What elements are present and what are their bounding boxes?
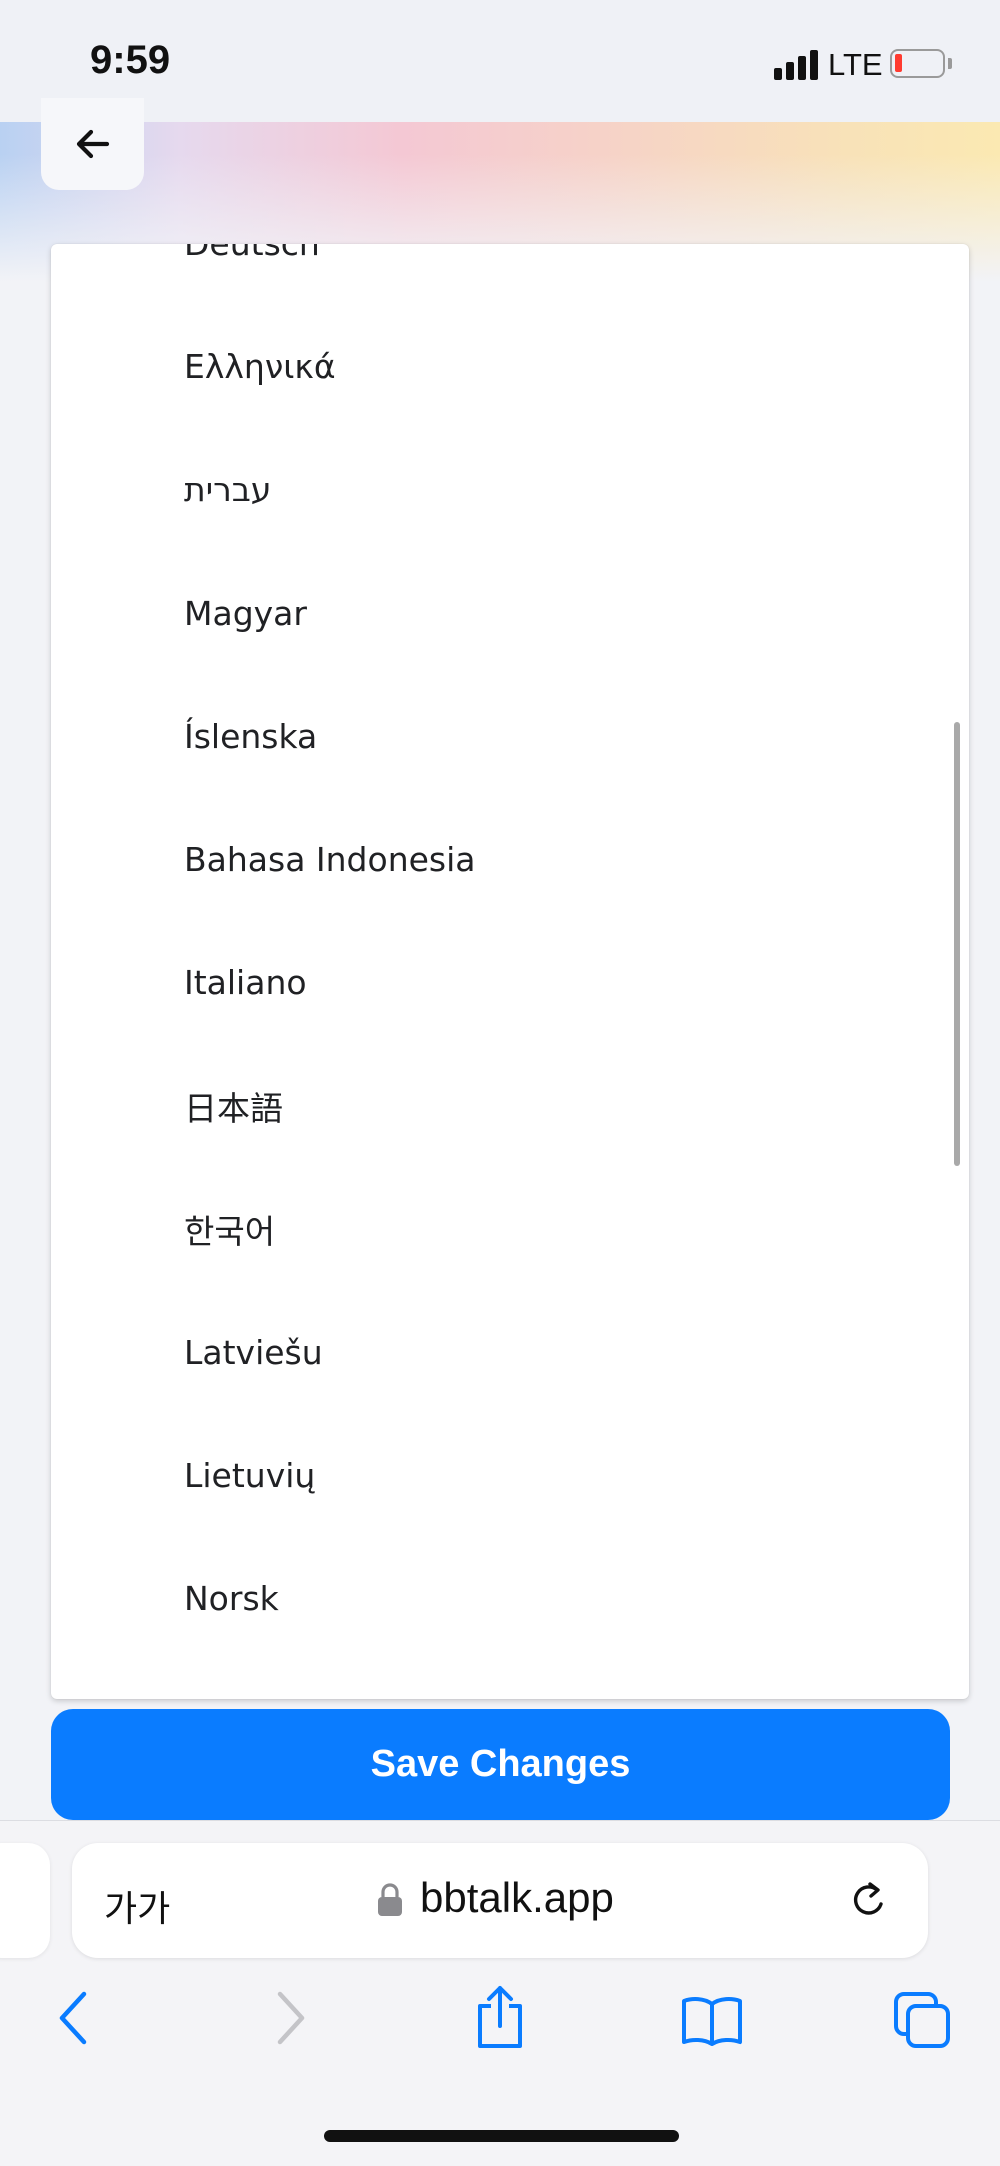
tabs-icon[interactable] [892, 1990, 952, 2050]
language-list-card[interactable]: Deutsch Ελληνικά עברית Magyar Íslenska B… [51, 244, 969, 1699]
language-option[interactable]: Latviešu [51, 1291, 969, 1414]
language-option[interactable]: Deutsch [51, 244, 969, 305]
language-option[interactable]: Italiano [51, 921, 969, 1044]
arrow-left-icon [76, 129, 109, 159]
text-size-button[interactable]: 가가 [104, 1880, 170, 1932]
language-list: Deutsch Ελληνικά עברית Magyar Íslenska B… [51, 244, 969, 1660]
battery-nub [948, 58, 952, 69]
language-option[interactable]: 한국어 [51, 1168, 969, 1291]
language-option[interactable]: Bahasa Indonesia [51, 798, 969, 921]
save-changes-button[interactable]: Save Changes [51, 1709, 950, 1820]
language-option[interactable]: 日本語 [51, 1044, 969, 1167]
status-bar: 9:59 LTE [0, 0, 1000, 122]
status-time: 9:59 [90, 38, 171, 82]
network-type: LTE [828, 47, 883, 82]
language-option[interactable]: Norsk [51, 1537, 969, 1660]
battery-level [895, 54, 902, 72]
back-button[interactable] [41, 98, 144, 190]
previous-tab-preview[interactable] [0, 1843, 50, 1958]
lock-icon [378, 1883, 402, 1916]
language-option[interactable]: Íslenska [51, 675, 969, 798]
forward-chevron-icon[interactable] [274, 1990, 308, 2046]
share-icon[interactable] [472, 1984, 528, 2050]
language-option[interactable]: Lietuvių [51, 1414, 969, 1537]
back-chevron-icon[interactable] [56, 1990, 90, 2046]
language-option[interactable]: Magyar [51, 552, 969, 675]
language-option[interactable]: עברית [51, 428, 969, 551]
reload-icon[interactable] [846, 1877, 892, 1923]
url-domain[interactable]: bbtalk.app [420, 1874, 614, 1922]
cellular-signal-icon [774, 50, 820, 80]
bookmarks-icon[interactable] [680, 1994, 744, 2048]
list-scrollbar[interactable] [954, 722, 960, 1166]
battery-icon [890, 49, 945, 78]
home-indicator [324, 2130, 679, 2142]
language-option[interactable]: Ελληνικά [51, 305, 969, 428]
